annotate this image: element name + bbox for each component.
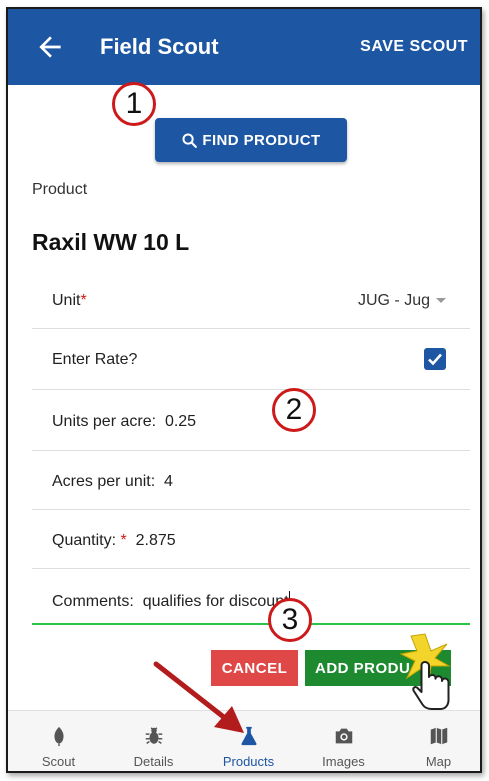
nav-details[interactable]: Details [106, 711, 201, 771]
nav-details-label: Details [133, 754, 174, 769]
quantity-field: Quantity: * 2.875 [52, 532, 176, 550]
nav-scout[interactable]: Scout [11, 711, 106, 771]
quantity-label: Quantity: [52, 532, 117, 549]
acres-per-unit-field: Acres per unit: 4 [52, 473, 173, 491]
checkmark-icon [428, 353, 442, 366]
unit-label: Unit [52, 292, 81, 309]
product-label: Product [32, 181, 88, 198]
quantity-row[interactable]: Quantity: * 2.875 [32, 511, 470, 569]
find-product-label: FIND PRODUCT [202, 131, 321, 149]
bottom-navigation: Scout Details Products Images Map [8, 710, 480, 771]
bug-icon [145, 727, 162, 744]
back-button[interactable] [34, 31, 66, 63]
camera-icon [335, 728, 352, 744]
find-product-button[interactable]: FIND PRODUCT [155, 118, 347, 162]
dropdown-caret-icon [436, 298, 446, 304]
callout-3: 3 [268, 598, 312, 642]
acres-per-unit-row[interactable]: Acres per unit: 4 [32, 452, 470, 510]
cancel-button[interactable]: CANCEL [211, 650, 298, 686]
acres-per-unit-label: Acres per unit: [52, 473, 156, 490]
acres-per-unit-value[interactable]: 4 [164, 473, 173, 490]
enter-rate-label: Enter Rate? [52, 351, 138, 368]
nav-products-label: Products [222, 754, 275, 769]
units-per-acre-label: Units per acre: [52, 413, 157, 430]
unit-field-label: Unit* [52, 292, 87, 310]
flask-icon [240, 726, 257, 746]
map-icon [430, 727, 447, 745]
units-per-acre-value[interactable]: 0.25 [165, 413, 196, 430]
comments-focus-underline [32, 623, 470, 625]
leaf-icon [53, 726, 64, 747]
nav-images[interactable]: Images [296, 711, 391, 771]
quantity-value[interactable]: 2.875 [136, 532, 176, 549]
app-window: Field Scout SAVE SCOUT FIND PRODUCT Prod… [6, 7, 482, 773]
add-product-button[interactable]: ADD PRODU [305, 650, 451, 686]
nav-images-label: Images [322, 754, 365, 769]
nav-map-label: Map [425, 754, 452, 769]
product-name: Raxil WW 10 L [32, 229, 190, 255]
nav-scout-label: Scout [41, 754, 76, 769]
comments-label: Comments: [52, 593, 134, 610]
callout-1: 1 [112, 82, 156, 126]
search-icon [182, 132, 198, 148]
arrow-left-icon [39, 36, 61, 58]
save-scout-button[interactable]: SAVE SCOUT [360, 38, 468, 56]
comments-field: Comments: qualifies for discount [52, 591, 290, 611]
enter-rate-row: Enter Rate? [32, 330, 470, 390]
comments-input[interactable]: qualifies for discount [143, 593, 289, 610]
unit-value: JUG - Jug [357, 292, 430, 309]
unit-row[interactable]: Unit* JUG - Jug [32, 277, 470, 329]
comments-row[interactable]: Comments: qualifies for discount [32, 570, 470, 623]
unit-select[interactable]: JUG - Jug [358, 292, 446, 310]
required-mark: * [120, 532, 127, 549]
enter-rate-checkbox[interactable] [424, 348, 446, 370]
units-per-acre-row[interactable]: Units per acre: 0.25 [32, 391, 470, 451]
nav-map[interactable]: Map [391, 711, 480, 771]
nav-products[interactable]: Products [201, 711, 296, 771]
page-title: Field Scout [100, 34, 219, 59]
app-bar: Field Scout SAVE SCOUT [8, 9, 480, 85]
required-mark: * [80, 292, 87, 309]
units-per-acre-field: Units per acre: 0.25 [52, 413, 196, 431]
callout-2: 2 [272, 388, 316, 432]
